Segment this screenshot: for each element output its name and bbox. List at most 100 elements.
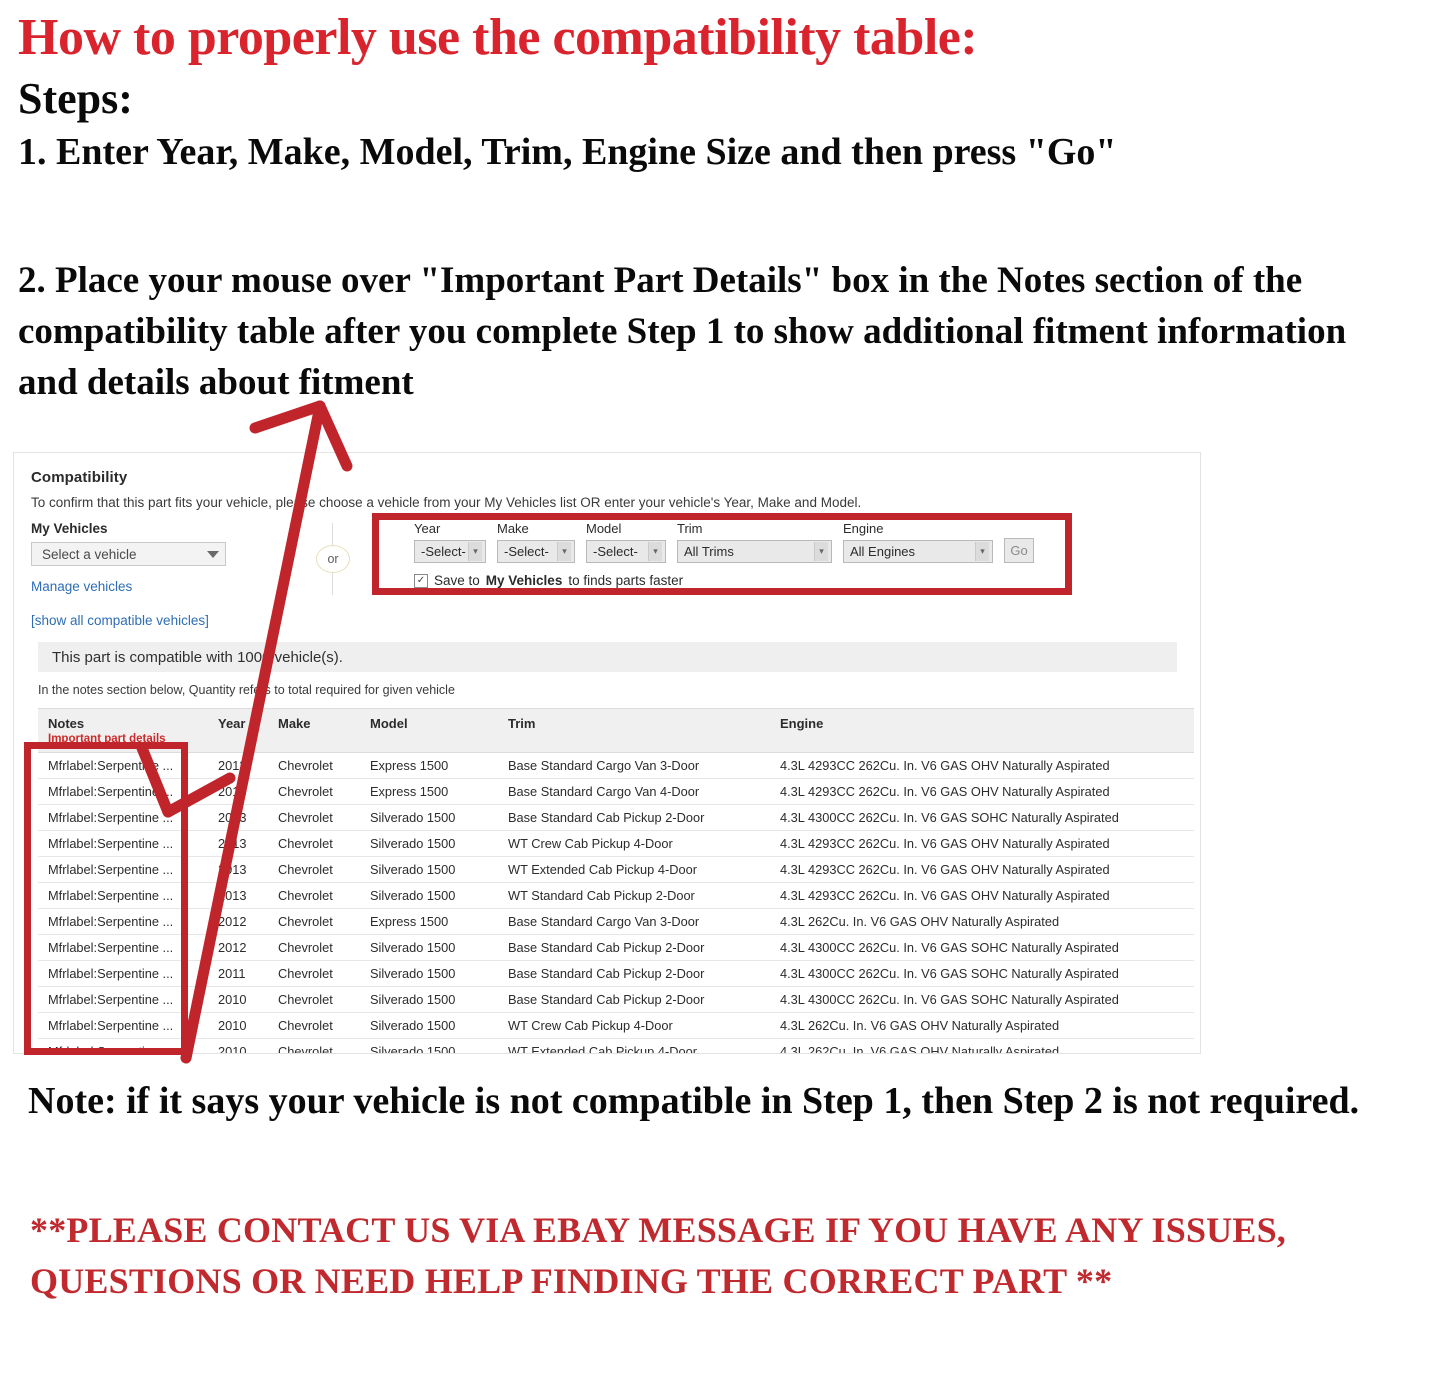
cell-model: Silverado 1500 [360, 856, 498, 883]
cell-notes[interactable]: Mfrlabel:Serpentine ... [38, 986, 208, 1013]
cell-notes[interactable]: Mfrlabel:Serpentine ... [38, 882, 208, 909]
cell-make: Chevrolet [268, 1012, 360, 1039]
chevron-down-icon: ▾ [814, 542, 828, 561]
cell-engine: 4.3L 4300CC 262Cu. In. V6 GAS SOHC Natur… [770, 986, 1194, 1013]
cell-notes[interactable]: Mfrlabel:Serpentine ... [38, 856, 208, 883]
important-part-details-label: Important part details [48, 733, 166, 745]
go-button[interactable]: Go [1004, 538, 1034, 563]
table-header-row: Notes Important part details Year Make M… [38, 708, 1194, 753]
make-label: Make [497, 521, 529, 536]
table-row: Mfrlabel:Serpentine ... 2010 Chevrolet Silv… [38, 986, 1194, 1013]
cell-engine: 4.3L 4293CC 262Cu. In. V6 GAS OHV Natura… [770, 856, 1194, 883]
cell-make: Chevrolet [268, 908, 360, 935]
cell-make: Chevrolet [268, 986, 360, 1013]
table-row: Mfrlabel:Serpentine ... 2013 Chevrolet Silv… [38, 882, 1194, 909]
cell-engine: 4.3L 262Cu. In. V6 GAS OHV Naturally Asp… [770, 908, 1194, 935]
trim-select[interactable]: All Trims ▾ [677, 540, 832, 563]
cell-make: Chevrolet [268, 1038, 360, 1053]
cell-notes[interactable]: Mfrlabel:Serpentine ... [38, 752, 208, 779]
year-value: -Select- [421, 544, 466, 559]
col-header-model[interactable]: Model [360, 708, 498, 753]
compatibility-panel: Compatibility To confirm that this part … [13, 452, 1201, 1054]
cell-model: Express 1500 [360, 752, 498, 779]
table-row: Mfrlabel:Serpentine ... 2013 Chevrolet Silv… [38, 804, 1194, 831]
model-select[interactable]: -Select- ▾ [586, 540, 666, 563]
cell-engine: 4.3L 262Cu. In. V6 GAS OHV Naturally Asp… [770, 1012, 1194, 1039]
footer-contact-message: **PLEASE CONTACT US VIA EBAY MESSAGE IF … [30, 1210, 1287, 1302]
table-row: Mfrlabel:Serpentine ... 2010 Chevrolet Silv… [38, 1038, 1194, 1053]
cell-engine: 4.3L 4300CC 262Cu. In. V6 GAS SOHC Natur… [770, 804, 1194, 831]
year-field: Year -Select- ▾ [414, 521, 486, 563]
cell-trim: Base Standard Cab Pickup 2-Door [498, 986, 770, 1013]
vehicle-finder: Year -Select- ▾ Make -Select- ▾ Model -S… [414, 521, 1034, 588]
cell-engine: 4.3L 4293CC 262Cu. In. V6 GAS OHV Natura… [770, 778, 1194, 805]
cell-year: 2013 [208, 830, 268, 857]
select-a-vehicle-dropdown[interactable]: Select a vehicle [31, 542, 226, 566]
cell-notes[interactable]: Mfrlabel:Serpentine ... [38, 778, 208, 805]
show-all-compatible-vehicles-link[interactable]: [show all compatible vehicles] [31, 613, 209, 628]
cell-trim: Base Standard Cargo Van 3-Door [498, 908, 770, 935]
table-row: Mfrlabel:Serpentine ... 2010 Chevrolet Silv… [38, 1012, 1194, 1039]
cell-make: Chevrolet [268, 856, 360, 883]
col-header-engine[interactable]: Engine [770, 708, 1194, 753]
cell-year: 2012 [208, 934, 268, 961]
make-value: -Select- [504, 544, 549, 559]
cell-notes[interactable]: Mfrlabel:Serpentine ... [38, 830, 208, 857]
cell-make: Chevrolet [268, 830, 360, 857]
cell-notes[interactable]: Mfrlabel:Serpentine ... [38, 960, 208, 987]
cell-engine: 4.3L 4293CC 262Cu. In. V6 GAS OHV Natura… [770, 752, 1194, 779]
cell-model: Silverado 1500 [360, 804, 498, 831]
manage-vehicles-link[interactable]: Manage vehicles [31, 579, 132, 594]
col-header-notes[interactable]: Notes Important part details [38, 708, 208, 753]
trim-value: All Trims [684, 544, 734, 559]
cell-year: 2010 [208, 986, 268, 1013]
cell-engine: 4.3L 262Cu. In. V6 GAS OHV Naturally Asp… [770, 1038, 1194, 1053]
cell-trim: WT Standard Cab Pickup 2-Door [498, 882, 770, 909]
year-select[interactable]: -Select- ▾ [414, 540, 486, 563]
trim-field: Trim All Trims ▾ [677, 521, 832, 563]
table-row: Mfrlabel:Serpentine ... 2012 Chevrolet Silv… [38, 934, 1194, 961]
cell-notes[interactable]: Mfrlabel:Serpentine ... [38, 934, 208, 961]
col-header-make[interactable]: Make [268, 708, 360, 753]
cell-year: 2012 [208, 908, 268, 935]
model-value: -Select- [593, 544, 638, 559]
compatible-count-bar: This part is compatible with 1000 vehicl… [38, 642, 1177, 672]
save-checkbox[interactable]: ✓ [414, 573, 428, 588]
cell-engine: 4.3L 4300CC 262Cu. In. V6 GAS SOHC Natur… [770, 960, 1194, 987]
cell-year: 2011 [208, 960, 268, 987]
steps-label: Steps: [18, 74, 133, 123]
engine-select[interactable]: All Engines ▾ [843, 540, 993, 563]
cell-year: 2010 [208, 1038, 268, 1053]
cell-make: Chevrolet [268, 778, 360, 805]
cell-year: 2013 [208, 804, 268, 831]
instructions-header: How to properly use the compatibility ta… [18, 12, 1418, 174]
table-row: Mfrlabel:Serpentine ... 2012 Chevrolet Expr… [38, 908, 1194, 935]
cell-notes[interactable]: Mfrlabel:Serpentine ... [38, 1038, 208, 1053]
year-label: Year [414, 521, 441, 536]
cell-model: Silverado 1500 [360, 934, 498, 961]
cell-engine: 4.3L 4300CC 262Cu. In. V6 GAS SOHC Natur… [770, 934, 1194, 961]
col-header-year[interactable]: Year [208, 708, 268, 753]
make-select[interactable]: -Select- ▾ [497, 540, 575, 563]
cell-trim: WT Extended Cab Pickup 4-Door [498, 1038, 770, 1053]
cell-trim: Base Standard Cab Pickup 2-Door [498, 934, 770, 961]
cell-notes[interactable]: Mfrlabel:Serpentine ... [38, 804, 208, 831]
cell-year: 2013 [208, 856, 268, 883]
save-to-my-vehicles-row[interactable]: ✓ Save to My Vehicles to finds parts fas… [414, 573, 1034, 588]
cell-trim: Base Standard Cargo Van 3-Door [498, 752, 770, 779]
save-text-bold: My Vehicles [485, 573, 563, 588]
cell-make: Chevrolet [268, 960, 360, 987]
table-row: Mfrlabel:Serpentine ... 2013 Chevrolet Silv… [38, 830, 1194, 857]
cell-make: Chevrolet [268, 804, 360, 831]
cell-model: Silverado 1500 [360, 1012, 498, 1039]
cell-trim: Base Standard Cab Pickup 2-Door [498, 804, 770, 831]
trim-label: Trim [677, 521, 703, 536]
cell-notes[interactable]: Mfrlabel:Serpentine ... [38, 1012, 208, 1039]
cell-notes[interactable]: Mfrlabel:Serpentine ... [38, 908, 208, 935]
cell-year: 2013 [208, 778, 268, 805]
my-vehicles-section: My Vehicles Select a vehicle Manage vehi… [31, 521, 361, 596]
cell-trim: WT Crew Cab Pickup 4-Door [498, 1012, 770, 1039]
col-header-trim[interactable]: Trim [498, 708, 770, 753]
table-row: Mfrlabel:Serpentine ... 2013 Chevrolet Silv… [38, 856, 1194, 883]
cell-model: Silverado 1500 [360, 1038, 498, 1053]
